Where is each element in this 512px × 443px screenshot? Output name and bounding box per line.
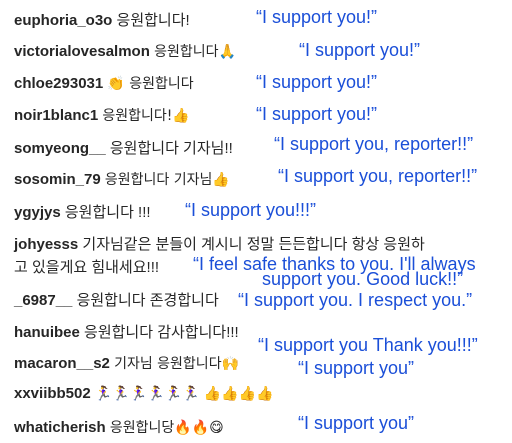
- comment-text: 응원합니다🙏: [154, 44, 236, 60]
- username[interactable]: chloe293031: [14, 75, 103, 92]
- username[interactable]: somyeong__: [14, 140, 106, 157]
- comment-text: 응원합니다!👍: [102, 108, 190, 124]
- username[interactable]: johyesss: [14, 236, 78, 253]
- comment-text: 응원합니다 !!!: [64, 204, 151, 221]
- comment-text: 응원합니다 감사합니다!!!: [84, 324, 239, 341]
- comment-row: johyesss 기자님같은 분들이 계시니 정말 든든합니다 항상 응원하: [14, 233, 425, 254]
- username[interactable]: sosomin_79: [14, 171, 101, 188]
- comment-row: chloe293031 👏 응원합니다: [14, 73, 194, 93]
- translation-overlay: “I support you!”: [256, 7, 378, 27]
- username[interactable]: xxviibb502: [14, 385, 91, 402]
- translation-overlay: “I support you!”: [256, 104, 378, 124]
- username[interactable]: euphoria_o3o: [14, 12, 112, 29]
- comment-row: euphoria_o3o 응원합니다!: [14, 9, 190, 30]
- username[interactable]: noir1blanc1: [14, 107, 98, 124]
- comment-text: 기자님 응원합니다🙌: [114, 356, 239, 372]
- translation-overlay: support you. Good luck!!”: [262, 269, 464, 289]
- comment-row: whaticherish 응원합니당🔥🔥😋: [14, 417, 224, 437]
- translation-overlay: “I support you Thank you!!!”: [258, 335, 478, 355]
- comment-text-continued: 고 있을게요 힘내세요!!!: [14, 256, 159, 277]
- translation-overlay: “I support you, reporter!!”: [278, 166, 478, 186]
- translation-overlay: “I support you!”: [256, 72, 378, 92]
- translation-overlay: “I support you!!!”: [185, 200, 317, 220]
- comment-row: macaron__s2 기자님 응원합니다🙌: [14, 353, 239, 373]
- comment-text: 응원합니다 기자님!!: [109, 140, 233, 157]
- username[interactable]: hanuibee: [14, 324, 80, 341]
- translation-overlay: “I support you!”: [299, 40, 421, 60]
- comment-text: 응원합니다 기자님👍: [104, 172, 230, 188]
- username[interactable]: _6987__: [14, 292, 72, 309]
- comment-text: 🏃‍♀️🏃‍♀️🏃‍♀️🏃‍♀️🏃‍♀️🏃‍♀️ 👍👍👍👍: [94, 386, 274, 402]
- comment-row: xxviibb502 🏃‍♀️🏃‍♀️🏃‍♀️🏃‍♀️🏃‍♀️🏃‍♀️ 👍👍👍👍: [14, 385, 274, 402]
- username[interactable]: ygyjys: [14, 204, 61, 221]
- translation-overlay: “I support you. I respect you.”: [238, 290, 473, 310]
- translation-overlay: “I support you”: [298, 413, 415, 433]
- translation-overlay: “I support you”: [298, 358, 415, 378]
- username[interactable]: victorialovesalmon: [14, 43, 150, 60]
- comment-row: sosomin_79 응원합니다 기자님👍: [14, 169, 230, 189]
- translation-overlay: “I support you, reporter!!”: [274, 134, 474, 154]
- comment-text: 응원합니다 존경합니다: [76, 292, 219, 309]
- comment-text: 고 있을게요 힘내세요!!!: [14, 259, 160, 276]
- username[interactable]: macaron__s2: [14, 355, 110, 372]
- comment-text: 응원합니다!: [116, 12, 190, 29]
- username[interactable]: whaticherish: [14, 419, 106, 436]
- comment-row: ygyjys 응원합니다 !!!: [14, 201, 151, 222]
- comment-text: 기자님같은 분들이 계시니 정말 든든합니다 항상 응원하: [82, 236, 425, 253]
- comment-row: noir1blanc1 응원합니다!👍: [14, 105, 190, 125]
- comment-row: victorialovesalmon 응원합니다🙏: [14, 41, 236, 61]
- comment-row: _6987__ 응원합니다 존경합니다: [14, 289, 219, 310]
- comment-text: 응원합니당🔥🔥😋: [109, 420, 224, 436]
- comment-row: somyeong__ 응원합니다 기자님!!: [14, 137, 233, 158]
- comment-text: 👏 응원합니다: [107, 76, 194, 92]
- comment-row: hanuibee 응원합니다 감사합니다!!!: [14, 321, 239, 342]
